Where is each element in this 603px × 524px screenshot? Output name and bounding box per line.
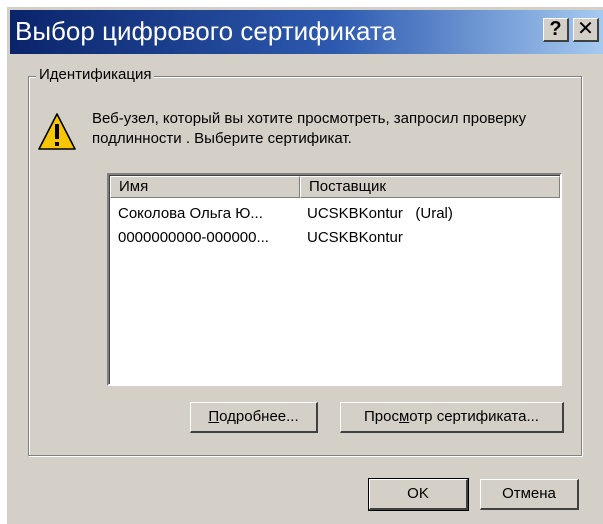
- column-header-name[interactable]: Имя: [110, 176, 300, 198]
- ok-button[interactable]: OK: [368, 478, 469, 511]
- certificate-issuer: UCSKBKontur: [307, 229, 403, 246]
- column-header-issuer[interactable]: Поставщик: [300, 176, 560, 198]
- details-button[interactable]: Подробнее...: [190, 402, 318, 433]
- list-header: Имя Поставщик: [110, 176, 560, 198]
- view-label-rest: отр сертификата...: [409, 408, 539, 425]
- help-button[interactable]: ?: [543, 18, 569, 42]
- identification-legend: Идентификация: [36, 66, 155, 83]
- certificate-issuer: UCSKBKontur (Ural): [307, 205, 453, 222]
- window-title: Выбор цифрового сертификата: [15, 16, 396, 46]
- certificate-name: Соколова Ольга Ю...: [118, 205, 263, 222]
- close-icon: ✕: [577, 18, 594, 40]
- details-label-rest: одробнее...: [219, 408, 299, 425]
- view-label-mnemonic: м: [398, 408, 410, 425]
- certificate-name: 0000000000-000000...: [118, 229, 269, 246]
- identification-message: Веб-узел, который вы хотите просмотреть,…: [92, 110, 527, 147]
- certificate-list[interactable]: Имя Поставщик Соколова Ольга Ю... UCSKBK…: [107, 173, 562, 386]
- cancel-button[interactable]: Отмена: [480, 479, 579, 510]
- warning-icon: [38, 113, 76, 150]
- title-bar[interactable]: Выбор цифрового сертификата ? ✕: [10, 10, 603, 54]
- view-label-prefix: Прос: [364, 408, 399, 425]
- details-label-mnemonic: П: [208, 408, 220, 425]
- close-button[interactable]: ✕: [573, 18, 599, 42]
- view-certificate-button[interactable]: Просмотр сертификата...: [340, 402, 564, 433]
